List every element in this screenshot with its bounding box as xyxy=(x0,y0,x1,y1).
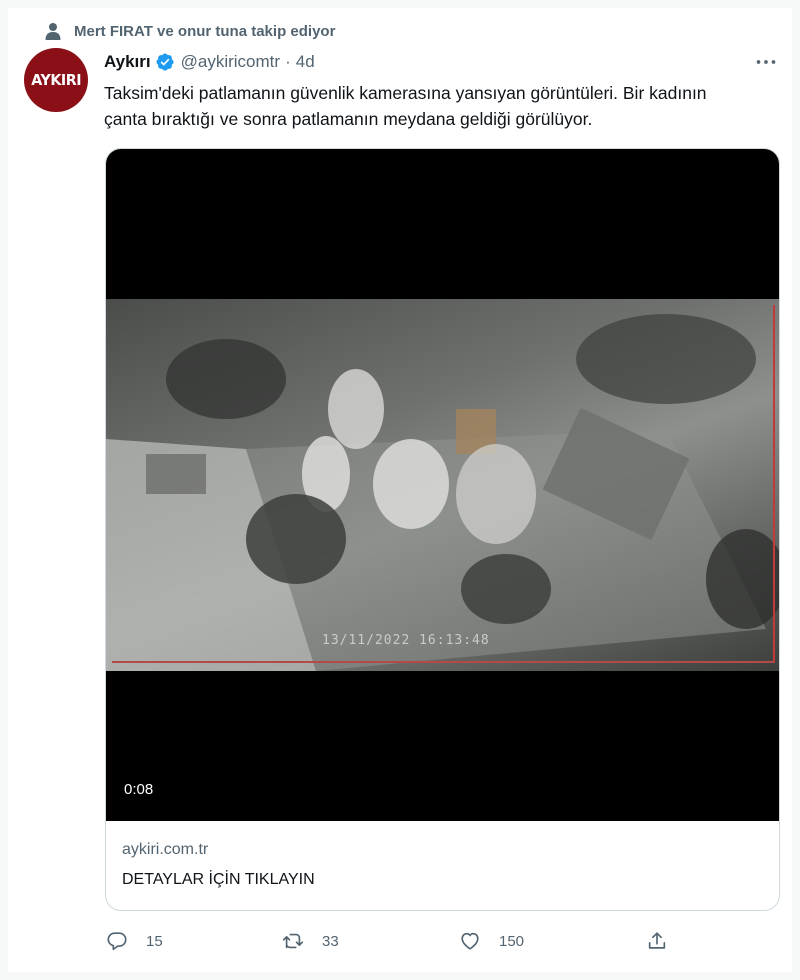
tweet-header: Aykırı @aykiricomtr · 4d xyxy=(104,50,315,74)
social-context[interactable]: Mert FIRAT ve onur tuna takip ediyor xyxy=(45,20,336,42)
like-count: 150 xyxy=(499,932,525,950)
share-icon xyxy=(648,932,666,949)
verified-icon xyxy=(156,53,174,71)
reply-count: 15 xyxy=(146,932,163,950)
separator-dot: · xyxy=(285,52,291,71)
video-frame[interactable]: 13/11/2022 16:13:48 xyxy=(106,299,779,671)
video-player[interactable]: 13/11/2022 16:13:48 0:08 xyxy=(106,149,779,821)
author-name[interactable]: Aykırı xyxy=(104,52,151,72)
like-button[interactable]: 150 xyxy=(459,928,524,954)
more-icon[interactable] xyxy=(754,52,778,72)
reply-icon xyxy=(107,932,127,951)
retweet-button[interactable]: 33 xyxy=(282,928,339,954)
like-icon xyxy=(461,932,479,950)
retweet-count: 33 xyxy=(322,932,339,950)
author-handle[interactable]: @aykiricomtr xyxy=(181,52,280,72)
link-domain[interactable]: aykiri.com.tr xyxy=(122,841,208,859)
tweet-actions: 15 33 150 xyxy=(104,928,680,954)
media-card[interactable]: 13/11/2022 16:13:48 0:08 aykiri.com.tr D… xyxy=(105,148,780,911)
share-button[interactable] xyxy=(646,928,668,954)
tweet-text: Taksim'deki patlamanın güvenlik kamerası… xyxy=(104,83,707,129)
person-icon xyxy=(44,22,62,40)
avatar[interactable]: AYKIRI xyxy=(24,48,88,112)
avatar-logo-text: AYKIRI xyxy=(31,71,81,89)
tweet[interactable]: Mert FIRAT ve onur tuna takip ediyor AYK… xyxy=(8,8,792,972)
social-context-text: Mert FIRAT ve onur tuna takip ediyor xyxy=(74,22,336,40)
tweet-time[interactable]: 4d xyxy=(296,52,315,72)
link-title[interactable]: DETAYLAR İÇİN TIKLAYIN xyxy=(122,871,315,889)
reply-button[interactable]: 15 xyxy=(106,928,163,954)
frame-border xyxy=(112,305,775,663)
video-duration: 0:08 xyxy=(124,781,154,798)
cctv-timestamp: 13/11/2022 16:13:48 xyxy=(322,633,490,648)
retweet-icon xyxy=(282,933,304,949)
